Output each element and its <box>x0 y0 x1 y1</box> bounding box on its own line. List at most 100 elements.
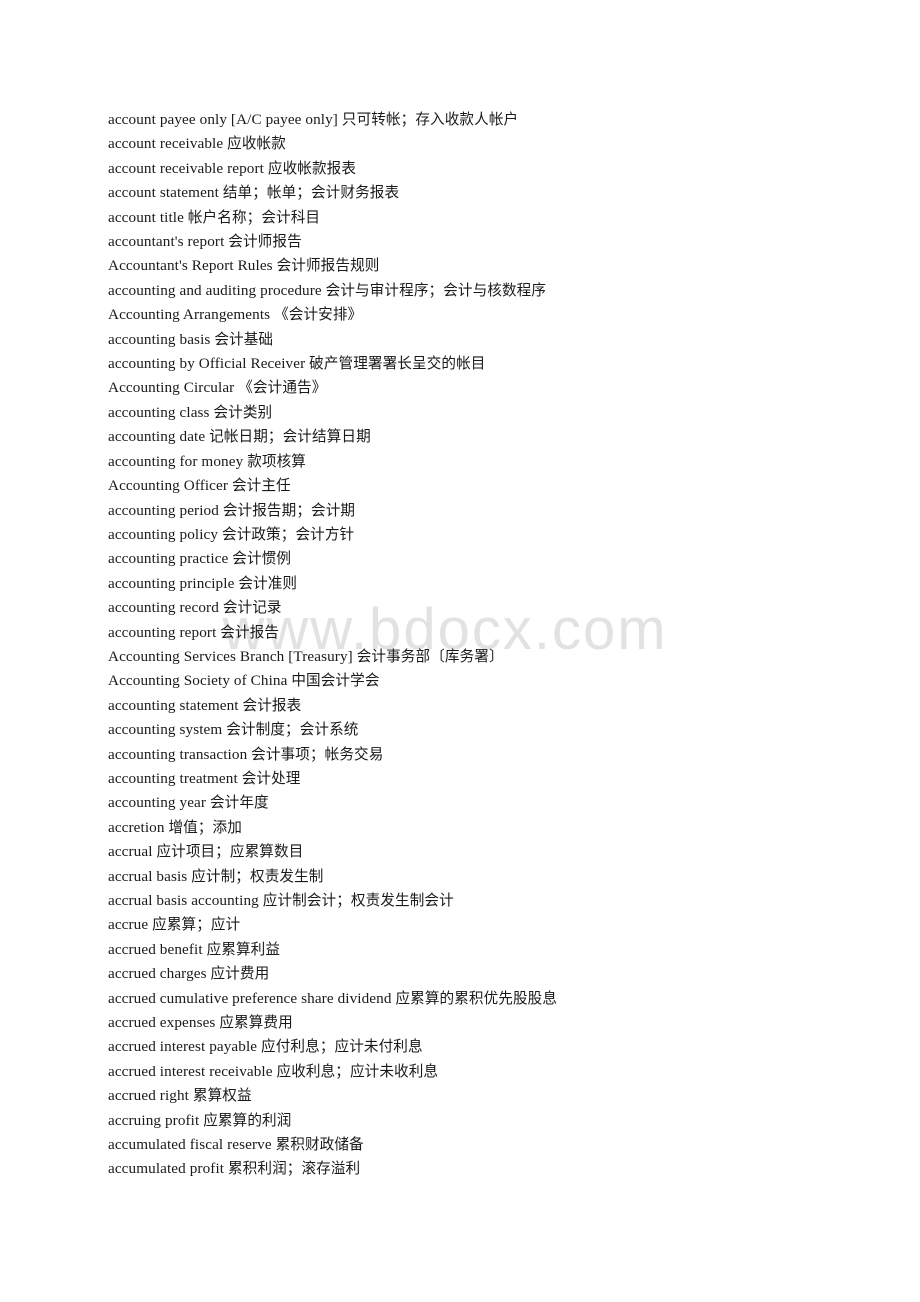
glossary-entry: accounting practice 会计惯例 <box>108 547 880 571</box>
glossary-entry: accumulated profit 累积利润；滚存溢利 <box>108 1157 880 1181</box>
glossary-entry: accounting record 会计记录 <box>108 596 880 620</box>
entry-gloss: 应累算费用 <box>219 1014 293 1032</box>
entry-term: accumulated fiscal reserve <box>108 1136 272 1154</box>
entry-gloss: 应累算利益 <box>206 940 281 958</box>
entry-term: accumulated profit <box>108 1160 225 1178</box>
entry-gloss: 会计报告 <box>220 623 280 641</box>
entry-gloss: 《会计安排》 <box>274 306 363 324</box>
glossary-entry: account receivable report 应收帐款报表 <box>108 157 880 181</box>
entry-gloss: 应计制；权责发生制 <box>191 867 324 885</box>
entry-gloss: 会计报告期；会计期 <box>222 501 356 519</box>
entry-term: accretion <box>108 818 165 836</box>
entry-term: accrued benefit <box>108 940 203 958</box>
glossary-entry: accrued charges 应计费用 <box>108 962 880 986</box>
entry-term: accrued interest receivable <box>108 1062 273 1080</box>
entry-gloss: 帐户名称；会计科目 <box>187 208 321 226</box>
glossary-entry: account receivable 应收帐款 <box>108 132 880 156</box>
entry-term: accrued interest payable <box>108 1038 258 1056</box>
entry-term: accounting practice <box>108 550 229 568</box>
glossary-entry: accounting by Official Receiver 破产管理署署长呈… <box>108 352 880 376</box>
entry-gloss: 结单；帐单；会计财务报表 <box>222 184 400 202</box>
glossary-entry: accrued cumulative preference share divi… <box>108 987 880 1011</box>
entry-gloss: 中国会计学会 <box>291 672 380 690</box>
entry-gloss: 应收利息；应计未收利息 <box>276 1062 439 1080</box>
glossary-entry: accrued interest receivable 应收利息；应计未收利息 <box>108 1060 880 1084</box>
glossary-entry: accruing profit 应累算的利润 <box>108 1109 880 1133</box>
glossary-entry: accrued expenses 应累算费用 <box>108 1011 880 1035</box>
entry-term: accrued cumulative preference share divi… <box>108 989 392 1007</box>
glossary-entry: Accounting Officer 会计主任 <box>108 474 880 498</box>
entry-term: accrual basis <box>108 867 188 885</box>
entry-gloss: 会计事项；帐务交易 <box>251 745 384 763</box>
glossary-entry: accretion 增值；添加 <box>108 816 880 840</box>
entry-gloss: 应累算的累积优先股股息 <box>395 989 558 1007</box>
entry-gloss: 会计报表 <box>242 696 302 714</box>
glossary-entry: accounting report 会计报告 <box>108 621 880 645</box>
entry-gloss: 应计费用 <box>210 965 270 983</box>
glossary-entry: accounting treatment 会计处理 <box>108 767 880 791</box>
entry-gloss: 累积财政储备 <box>275 1136 364 1154</box>
entry-term: accounting statement <box>108 696 239 714</box>
glossary-entry: accounting date 记帐日期；会计结算日期 <box>108 425 880 449</box>
glossary-entry: account title 帐户名称；会计科目 <box>108 206 880 230</box>
entry-term: account receivable report <box>108 159 264 177</box>
entry-gloss: 会计记录 <box>222 599 282 617</box>
glossary-entry: account statement 结单；帐单；会计财务报表 <box>108 181 880 205</box>
entry-gloss: 会计师报告 <box>228 233 302 251</box>
entry-gloss: 会计准则 <box>238 574 298 592</box>
entry-gloss: 会计事务部〔库务署〕 <box>356 647 504 665</box>
entry-gloss: 记帐日期；会计结算日期 <box>209 428 371 446</box>
glossary-entry: accounting policy 会计政策；会计方针 <box>108 523 880 547</box>
entry-gloss: 破产管理署署长呈交的帐目 <box>309 355 486 373</box>
entry-term: accrued right <box>108 1087 189 1105</box>
entry-gloss: 会计类别 <box>213 403 273 421</box>
entry-term: accounting and auditing procedure <box>108 281 322 299</box>
entry-term: accounting date <box>108 428 206 446</box>
glossary-entry: accounting for money 款项核算 <box>108 450 880 474</box>
entry-term: accrual <box>108 843 153 861</box>
entry-gloss: 会计师报告规则 <box>276 257 380 275</box>
glossary-entry: accounting transaction 会计事项；帐务交易 <box>108 743 880 767</box>
entry-gloss: 应累算；应计 <box>152 916 241 934</box>
entry-gloss: 会计主任 <box>231 477 291 495</box>
entry-term: accountant's report <box>108 233 225 251</box>
glossary-entry: accrue 应累算；应计 <box>108 913 880 937</box>
glossary-entry: accrual basis accounting 应计制会计；权责发生制会计 <box>108 889 880 913</box>
entry-term: accounting class <box>108 403 210 421</box>
entry-gloss: 应付利息；应计未付利息 <box>261 1038 423 1056</box>
glossary-entry: accounting statement 会计报表 <box>108 694 880 718</box>
entry-gloss: 会计惯例 <box>232 550 292 568</box>
glossary-entry: accountant's report 会计师报告 <box>108 230 880 254</box>
entry-term: accounting system <box>108 721 223 739</box>
entry-gloss: 会计基础 <box>214 330 274 348</box>
glossary-entry: Accounting Services Branch [Treasury] 会计… <box>108 645 880 669</box>
glossary-entry: accrued benefit 应累算利益 <box>108 938 880 962</box>
entry-term: accounting basis <box>108 330 211 348</box>
entry-term: Accounting Officer <box>108 477 229 495</box>
glossary-entry: accumulated fiscal reserve 累积财政储备 <box>108 1133 880 1157</box>
glossary-entry: Accounting Arrangements 《会计安排》 <box>108 303 880 327</box>
glossary-entry: accrual 应计项目；应累算数目 <box>108 840 880 864</box>
entry-term: accounting report <box>108 623 217 641</box>
entry-gloss: 会计制度；会计系统 <box>226 721 359 739</box>
entry-term: account payee only [A/C payee only] <box>108 111 338 128</box>
entry-gloss: 款项核算 <box>247 452 306 470</box>
entry-term: Accounting Arrangements <box>108 306 271 324</box>
entry-gloss: 只可转帐；存入收款人帐户 <box>341 111 519 128</box>
entry-term: accounting transaction <box>108 745 248 763</box>
glossary-list: account payee only [A/C payee only] 只可转帐… <box>108 108 880 1182</box>
entry-term: accounting principle <box>108 574 235 592</box>
entry-term: accruing profit <box>108 1111 200 1129</box>
entry-term: accrued expenses <box>108 1014 216 1032</box>
entry-term: accrued charges <box>108 965 207 983</box>
glossary-entry: account payee only [A/C payee only] 只可转帐… <box>108 108 880 132</box>
glossary-entry: Accounting Circular 《会计通告》 <box>108 376 880 400</box>
entry-gloss: 累积利润；滚存溢利 <box>227 1160 361 1178</box>
entry-term: Accountant's Report Rules <box>108 257 273 275</box>
glossary-entry: accounting and auditing procedure 会计与审计程… <box>108 279 880 303</box>
glossary-entry: accounting year 会计年度 <box>108 791 880 815</box>
glossary-entry: Accountant's Report Rules 会计师报告规则 <box>108 254 880 278</box>
entry-gloss: 应累算的利润 <box>203 1111 292 1129</box>
entry-term: account title <box>108 208 184 226</box>
glossary-entry: accrual basis 应计制；权责发生制 <box>108 865 880 889</box>
